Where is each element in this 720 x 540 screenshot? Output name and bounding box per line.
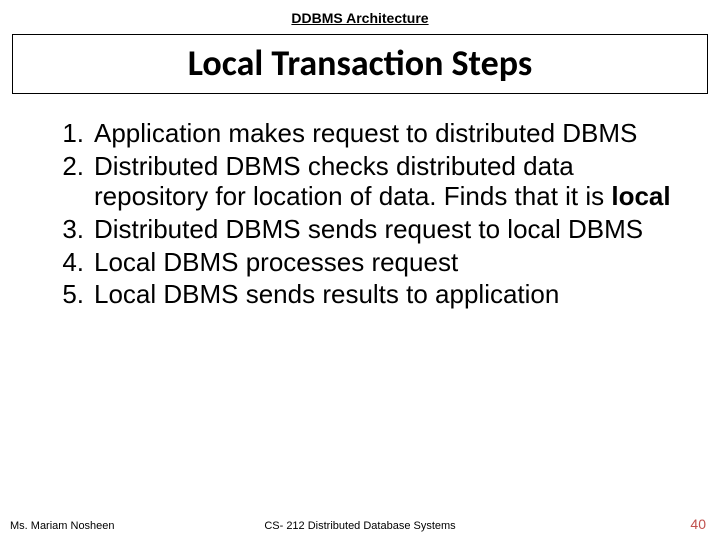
list-number: 4. (40, 247, 84, 278)
list-text: Local DBMS processes request (84, 247, 458, 278)
footer-course: CS- 212 Distributed Database Systems (0, 520, 720, 532)
list-item: 3. Distributed DBMS sends request to loc… (40, 214, 680, 245)
list-text: Distributed DBMS sends request to local … (84, 214, 643, 245)
list-text-bold: local (611, 181, 670, 211)
list-item: 2. Distributed DBMS checks distributed d… (40, 151, 680, 212)
slide-title: Local Transaction Steps (12, 34, 708, 94)
list-number: 2. (40, 151, 84, 212)
list-number: 5. (40, 279, 84, 310)
list-text: Application makes request to distributed… (84, 118, 637, 149)
list-item: 1. Application makes request to distribu… (40, 118, 680, 149)
header-label: DDBMS Architecture (0, 0, 720, 26)
list-number: 3. (40, 214, 84, 245)
steps-list: 1. Application makes request to distribu… (40, 118, 680, 310)
list-text: Distributed DBMS checks distributed data… (84, 151, 680, 212)
list-text: Local DBMS sends results to application (84, 279, 559, 310)
list-number: 1. (40, 118, 84, 149)
list-text-pre: Distributed DBMS checks distributed data… (94, 151, 611, 212)
slide-number: 40 (690, 516, 706, 532)
list-item: 4. Local DBMS processes request (40, 247, 680, 278)
list-item: 5. Local DBMS sends results to applicati… (40, 279, 680, 310)
